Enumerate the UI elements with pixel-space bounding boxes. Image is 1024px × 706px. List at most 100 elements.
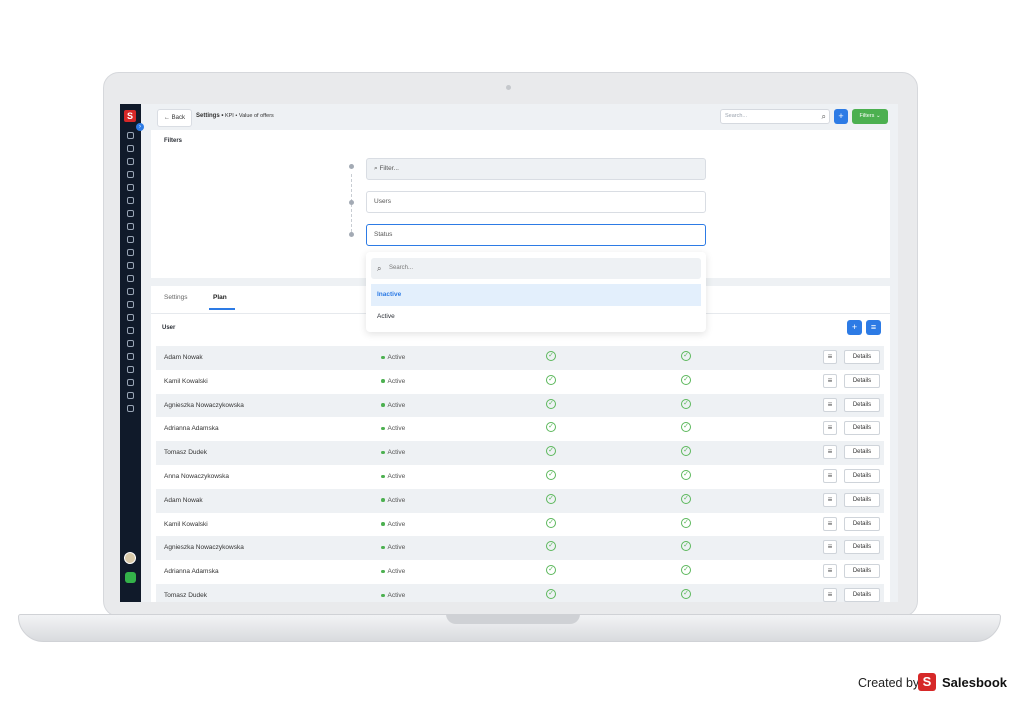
- check-icon: ✓: [681, 422, 691, 433]
- row-menu-button[interactable]: ≡: [823, 540, 837, 555]
- details-button[interactable]: Details: [844, 445, 880, 460]
- presentation-icon[interactable]: [127, 275, 134, 282]
- details-button[interactable]: Details: [844, 350, 880, 364]
- check-icon: ✓: [546, 565, 556, 576]
- row-menu-button[interactable]: ≡: [823, 445, 837, 460]
- tab-settings[interactable]: Settings: [164, 294, 188, 301]
- app-logo[interactable]: S: [124, 110, 136, 122]
- check-icon: ✓: [681, 493, 691, 504]
- row-menu-button[interactable]: ≡: [823, 516, 837, 531]
- check-icon: ✓: [546, 541, 556, 552]
- details-button[interactable]: Details: [844, 397, 880, 412]
- monitor-icon[interactable]: [127, 158, 134, 165]
- row-menu-button[interactable]: ≡: [823, 587, 837, 602]
- tag-icon[interactable]: [127, 262, 134, 269]
- chart-icon[interactable]: [127, 145, 134, 152]
- status-dot: [381, 355, 385, 360]
- row-menu-button[interactable]: ≡: [823, 350, 837, 364]
- status-dot: [381, 498, 385, 502]
- list-view-button[interactable]: ≡: [866, 320, 881, 335]
- status-badge: Active: [381, 497, 405, 504]
- user-name: Anna Nowaczykowska: [164, 472, 230, 480]
- brand-name: Salesbook: [942, 675, 1008, 690]
- laptop-notch: [446, 614, 580, 624]
- add-row-button[interactable]: +: [847, 320, 862, 335]
- users-icon[interactable]: [127, 379, 134, 386]
- search-icon[interactable]: ⌕: [822, 112, 826, 121]
- clipboard-icon[interactable]: [127, 210, 134, 217]
- table-row: Agnieszka Nowaczykowska Active ✓ ✓ ≡ Det…: [156, 536, 884, 561]
- filters-title: Filters: [164, 138, 183, 144]
- filter-input[interactable]: ⌕ Filter...: [366, 158, 706, 180]
- dashboard-icon[interactable]: [127, 132, 134, 139]
- edit-icon[interactable]: [127, 197, 134, 204]
- send-icon[interactable]: [127, 301, 134, 308]
- details-button[interactable]: Details: [844, 540, 880, 555]
- row-menu-button[interactable]: ≡: [823, 564, 837, 579]
- main-card: Settings Plan User + ≡ Adam Nowak Active…: [151, 286, 890, 602]
- database-icon[interactable]: [127, 340, 134, 347]
- status-green-icon[interactable]: [125, 572, 136, 583]
- user-name: Kamil Kowalski: [164, 377, 208, 385]
- row-menu-button[interactable]: ≡: [823, 421, 837, 436]
- breadcrumb-settings[interactable]: Settings •: [196, 113, 223, 119]
- details-button[interactable]: Details: [844, 492, 880, 507]
- details-button[interactable]: Details: [844, 587, 880, 602]
- bell-icon[interactable]: [127, 353, 134, 360]
- top-search-input[interactable]: Search... ⌕: [720, 109, 830, 124]
- option-inactive[interactable]: Inactive: [371, 284, 701, 306]
- user-name: Adam Nowak: [164, 354, 203, 361]
- check-icon: ✓: [546, 422, 556, 433]
- status-text: Active: [387, 354, 406, 361]
- tab-plan[interactable]: Plan: [213, 294, 227, 301]
- document-icon[interactable]: [127, 171, 134, 178]
- details-button[interactable]: Details: [844, 373, 880, 388]
- details-button[interactable]: Details: [844, 468, 880, 483]
- status-badge: Active: [381, 425, 405, 432]
- user-name: Agnieszka Nowaczykowska: [164, 401, 244, 409]
- check-icon: ✓: [681, 517, 691, 528]
- filters-button[interactable]: Filters ⌄: [852, 109, 888, 124]
- status-text: Active: [387, 472, 406, 480]
- inbox-icon[interactable]: [127, 184, 134, 191]
- add-button[interactable]: +: [834, 109, 848, 124]
- status-badge: Active: [381, 378, 405, 385]
- car-icon[interactable]: [127, 288, 134, 295]
- users-select[interactable]: Users: [366, 191, 706, 213]
- filter-step-dot: [349, 164, 354, 169]
- row-menu-button[interactable]: ≡: [823, 397, 837, 412]
- row-menu-button[interactable]: ≡: [823, 373, 837, 388]
- status-text: Active: [387, 425, 406, 433]
- calculator-icon[interactable]: [127, 366, 134, 373]
- row-menu-button[interactable]: ≡: [823, 492, 837, 507]
- status-text: Active: [387, 377, 406, 385]
- user-name: Adrianna Adamska: [164, 425, 219, 433]
- user-name: Adrianna Adamska: [164, 568, 219, 576]
- user-avatar[interactable]: [124, 552, 136, 564]
- status-dot: [381, 474, 385, 479]
- status-select[interactable]: Status: [366, 224, 706, 246]
- details-button[interactable]: Details: [844, 564, 880, 579]
- folder-icon[interactable]: [127, 236, 134, 243]
- details-button[interactable]: Details: [844, 421, 880, 436]
- back-button[interactable]: ← Back: [157, 109, 193, 127]
- status-dot: [381, 545, 385, 550]
- option-active[interactable]: Active: [371, 306, 701, 328]
- settings-icon[interactable]: [127, 405, 134, 412]
- mail-icon[interactable]: [127, 327, 134, 334]
- dropdown-search-input[interactable]: ⌕ Search...: [371, 258, 701, 279]
- details-button[interactable]: Details: [844, 516, 880, 531]
- dropdown-search-placeholder: Search...: [389, 265, 414, 271]
- link-icon[interactable]: [127, 314, 134, 321]
- image-icon[interactable]: [127, 249, 134, 256]
- check-icon: ✓: [681, 351, 691, 361]
- collapse-sidebar-icon[interactable]: ›: [136, 123, 144, 131]
- calendar-icon[interactable]: [127, 223, 134, 230]
- table-row: Adrianna Adamska Active ✓ ✓ ≡ Details: [156, 560, 884, 584]
- row-menu-button[interactable]: ≡: [823, 468, 837, 483]
- check-icon: ✓: [681, 469, 691, 480]
- status-text: Active: [387, 568, 406, 576]
- megaphone-icon[interactable]: [127, 392, 134, 399]
- status-badge: Active: [381, 354, 405, 361]
- check-icon: ✓: [681, 446, 691, 457]
